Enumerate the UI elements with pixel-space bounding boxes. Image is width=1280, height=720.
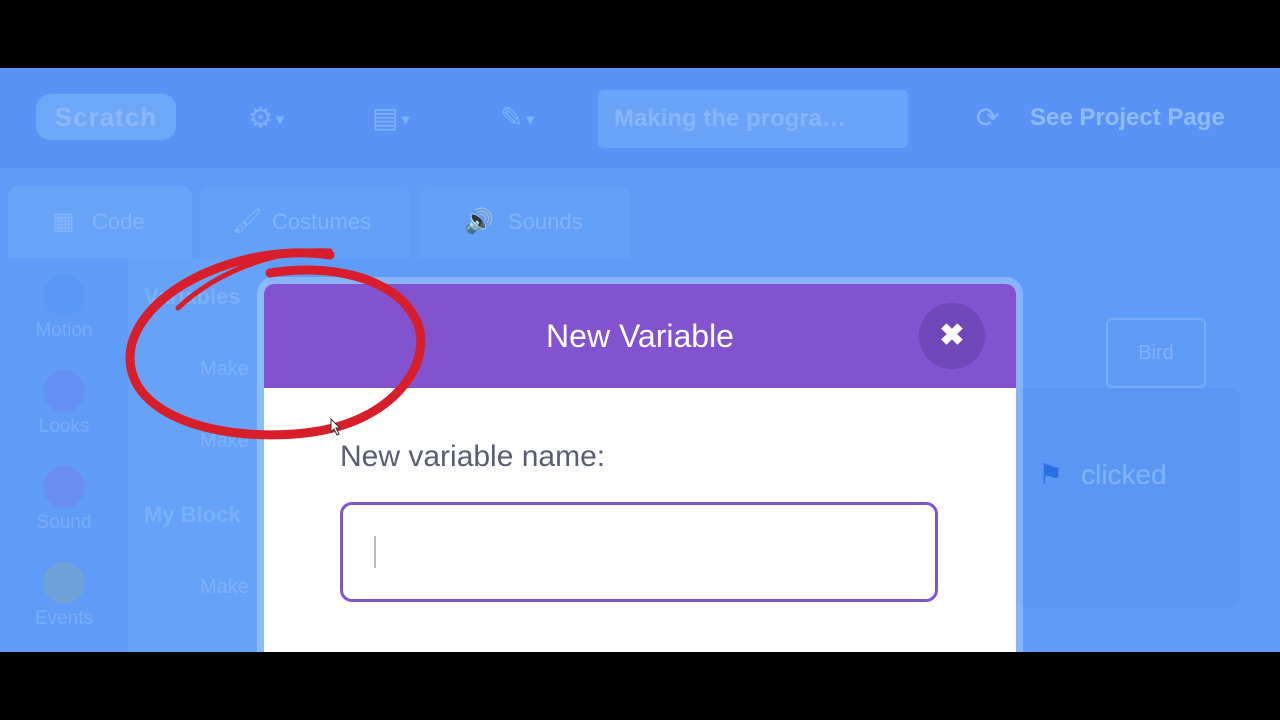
letterbox-bottom <box>0 652 1280 720</box>
mouse-pointer-icon <box>330 418 342 436</box>
letterbox-top <box>0 0 1280 68</box>
annotation-circle <box>125 248 426 440</box>
scratch-editor-frame: Scratch ⚙▼ ▤▼ ✎▼ Making the progra… ⟳ Se… <box>0 68 1280 652</box>
